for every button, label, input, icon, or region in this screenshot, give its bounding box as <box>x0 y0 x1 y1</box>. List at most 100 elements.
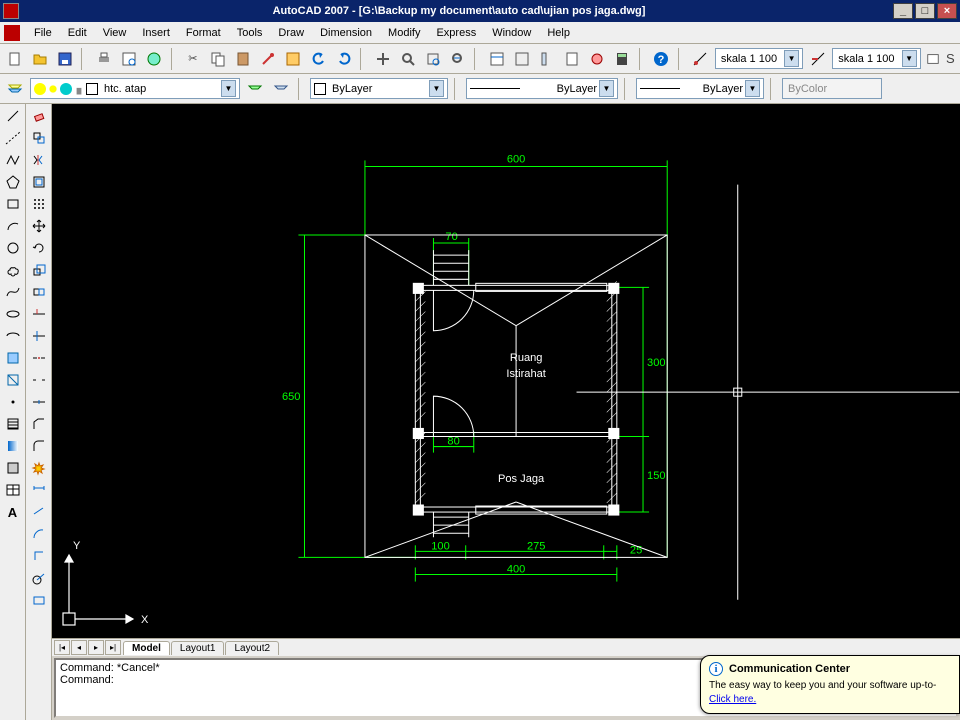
maximize-button[interactable]: □ <box>915 3 935 19</box>
lineweight-dropdown[interactable]: ByLayer ▼ <box>636 78 764 99</box>
layer-previous-button[interactable] <box>244 78 266 100</box>
polygon-tool[interactable] <box>2 172 24 192</box>
dim-linear-tool[interactable] <box>28 480 50 500</box>
menu-window[interactable]: Window <box>484 24 539 42</box>
break-at-point-tool[interactable] <box>28 348 50 368</box>
dropdown-arrow-icon[interactable]: ▼ <box>221 80 236 97</box>
erase-tool[interactable] <box>28 106 50 126</box>
new-button[interactable] <box>4 48 25 70</box>
insert-block-tool[interactable] <box>2 348 24 368</box>
spline-tool[interactable] <box>2 282 24 302</box>
viewport-scale-icon-2[interactable] <box>807 48 828 70</box>
open-button[interactable] <box>29 48 50 70</box>
menu-insert[interactable]: Insert <box>134 24 178 42</box>
ellipse-arc-tool[interactable] <box>2 326 24 346</box>
viewport-scale-1-dropdown[interactable]: skala 1 100 ▼ <box>715 48 803 69</box>
tab-next-button[interactable]: ▸ <box>88 640 104 655</box>
minimize-button[interactable]: _ <box>893 3 913 19</box>
menu-express[interactable]: Express <box>428 24 484 42</box>
table-tool[interactable] <box>2 480 24 500</box>
dim-arc-tool[interactable] <box>28 524 50 544</box>
move-tool[interactable] <box>28 216 50 236</box>
dropdown-arrow-icon[interactable]: ▼ <box>745 80 760 97</box>
quickcalc-button[interactable] <box>612 48 633 70</box>
comm-center-link[interactable]: Click here. <box>709 694 756 705</box>
properties-button[interactable] <box>486 48 507 70</box>
save-button[interactable] <box>54 48 75 70</box>
publish-button[interactable] <box>143 48 164 70</box>
region-tool[interactable] <box>2 458 24 478</box>
layer-states-button[interactable] <box>270 78 292 100</box>
color-dropdown[interactable]: ByLayer ▼ <box>310 78 448 99</box>
tab-last-button[interactable]: ▸| <box>105 640 121 655</box>
hatch-tool[interactable] <box>2 414 24 434</box>
copy-tool[interactable] <box>28 128 50 148</box>
offset-tool[interactable] <box>28 172 50 192</box>
join-tool[interactable] <box>28 392 50 412</box>
tab-prev-button[interactable]: ◂ <box>71 640 87 655</box>
help-button[interactable]: ? <box>651 48 672 70</box>
zoom-window-button[interactable] <box>422 48 443 70</box>
menu-edit[interactable]: Edit <box>60 24 95 42</box>
menu-file[interactable]: File <box>26 24 60 42</box>
array-tool[interactable] <box>28 194 50 214</box>
dim-ordinate-tool[interactable] <box>28 546 50 566</box>
dropdown-arrow-icon[interactable]: ▼ <box>429 80 444 97</box>
app-icon[interactable] <box>4 25 20 41</box>
close-button[interactable]: × <box>937 3 957 19</box>
zoom-previous-button[interactable] <box>447 48 468 70</box>
construction-line-tool[interactable] <box>2 128 24 148</box>
layer-dropdown[interactable]: htc. atap ▼ <box>30 78 240 99</box>
tab-model[interactable]: Model <box>123 641 170 655</box>
menu-draw[interactable]: Draw <box>270 24 312 42</box>
pan-button[interactable] <box>372 48 393 70</box>
rectangle-tool[interactable] <box>2 194 24 214</box>
model-canvas[interactable]: 600 650 70 300 <box>52 104 960 638</box>
plotstyle-dropdown[interactable]: ByColor <box>782 78 882 99</box>
mtext-tool[interactable]: A <box>2 502 24 522</box>
menu-view[interactable]: View <box>95 24 135 42</box>
cut-button[interactable]: ✂ <box>182 48 203 70</box>
line-tool[interactable] <box>2 106 24 126</box>
arc-tool[interactable] <box>2 216 24 236</box>
rotate-tool[interactable] <box>28 238 50 258</box>
paste-button[interactable] <box>233 48 254 70</box>
menu-tools[interactable]: Tools <box>229 24 271 42</box>
dropdown-arrow-icon[interactable]: ▼ <box>902 50 917 67</box>
match-props-button[interactable] <box>258 48 279 70</box>
stretch-tool[interactable] <box>28 282 50 302</box>
dropdown-arrow-icon[interactable]: ▼ <box>599 80 614 97</box>
copy-button[interactable] <box>207 48 228 70</box>
polyline-tool[interactable] <box>2 150 24 170</box>
plot-preview-button[interactable] <box>118 48 139 70</box>
viewport-scale-2-dropdown[interactable]: skala 1 100 ▼ <box>832 48 920 69</box>
tab-first-button[interactable]: |◂ <box>54 640 70 655</box>
scale-tool[interactable] <box>28 260 50 280</box>
gradient-tool[interactable] <box>2 436 24 456</box>
print-button[interactable] <box>93 48 114 70</box>
fillet-tool[interactable] <box>28 436 50 456</box>
make-block-tool[interactable] <box>2 370 24 390</box>
dim-radius-tool[interactable] <box>28 568 50 588</box>
tool-palettes-button[interactable] <box>537 48 558 70</box>
explode-tool[interactable] <box>28 458 50 478</box>
mirror-tool[interactable] <box>28 150 50 170</box>
zoom-realtime-button[interactable] <box>397 48 418 70</box>
sheet-set-button[interactable] <box>562 48 583 70</box>
menu-modify[interactable]: Modify <box>380 24 428 42</box>
tab-layout2[interactable]: Layout2 <box>225 641 279 655</box>
extend-tool[interactable] <box>28 326 50 346</box>
viewport-scale-icon-1[interactable] <box>690 48 711 70</box>
menu-format[interactable]: Format <box>178 24 229 42</box>
scale-edit-button[interactable] <box>925 48 941 70</box>
layer-manager-button[interactable] <box>4 78 26 100</box>
linetype-dropdown[interactable]: ByLayer ▼ <box>466 78 618 99</box>
revision-cloud-tool[interactable] <box>2 260 24 280</box>
menu-help[interactable]: Help <box>539 24 578 42</box>
design-center-button[interactable] <box>511 48 532 70</box>
redo-button[interactable] <box>333 48 354 70</box>
menu-dimension[interactable]: Dimension <box>312 24 380 42</box>
dim-style-tool[interactable] <box>28 590 50 610</box>
circle-tool[interactable] <box>2 238 24 258</box>
break-tool[interactable] <box>28 370 50 390</box>
